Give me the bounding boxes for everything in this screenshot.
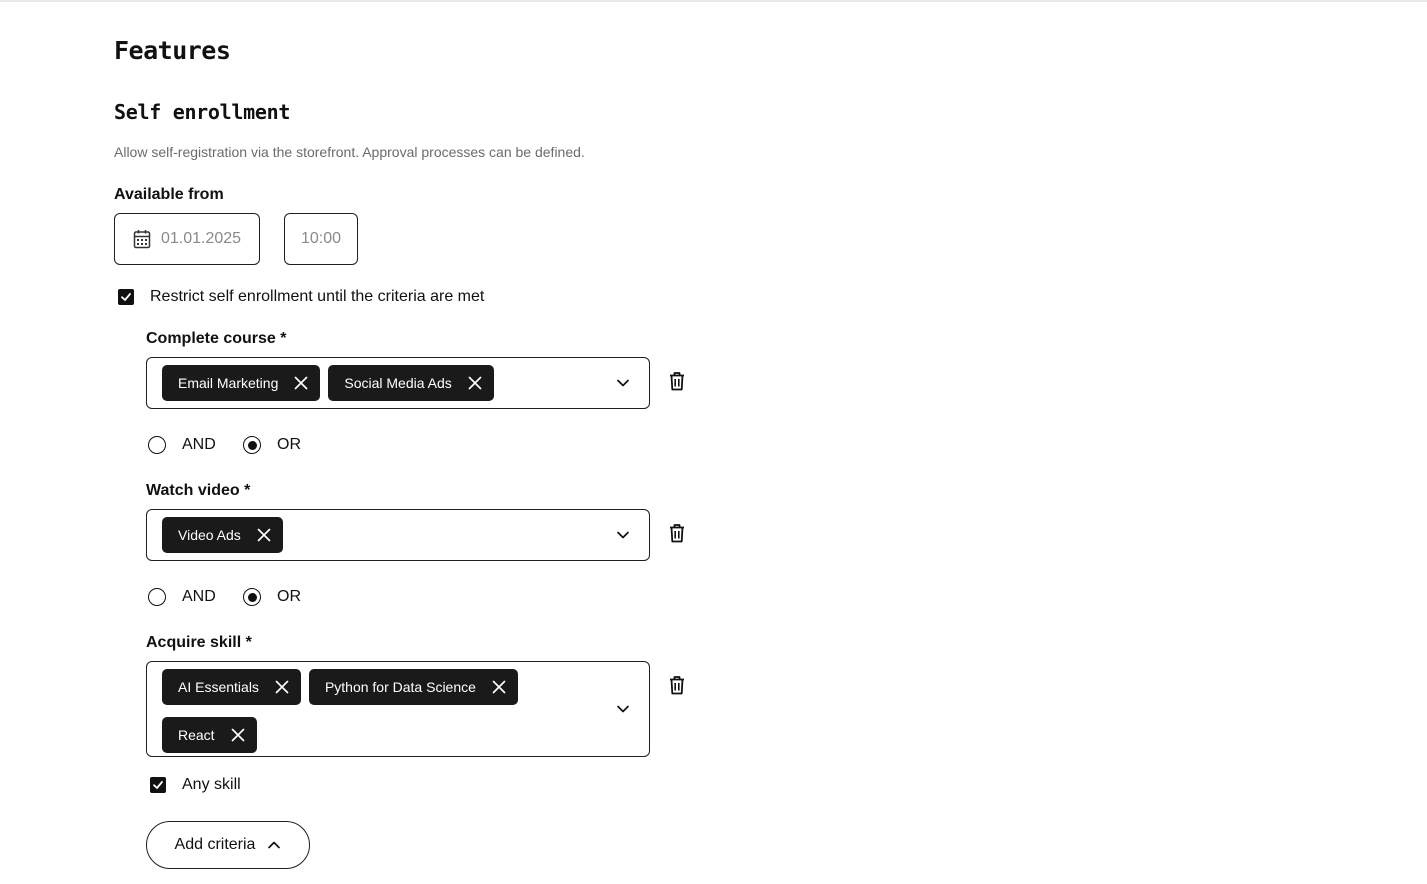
radio-or-label: OR: [277, 436, 301, 453]
trash-icon[interactable]: [668, 675, 686, 695]
checkmark-icon: [153, 781, 163, 789]
time-input[interactable]: 10:00: [284, 213, 358, 265]
acquire-skill-select[interactable]: AI Essentials Python for Data Science Re…: [146, 661, 650, 757]
chip-python-for-data-science: Python for Data Science: [308, 669, 518, 705]
chip-ai-essentials: AI Essentials: [162, 669, 301, 705]
any-skill-label: Any skill: [182, 776, 241, 793]
checkmark-icon: [121, 293, 131, 301]
chip-label: AI Essentials: [178, 679, 259, 695]
chip-label: Video Ads: [178, 527, 241, 543]
page-title: Features: [114, 36, 231, 65]
chevron-down-icon[interactable]: [616, 378, 630, 388]
radio-and-1[interactable]: [148, 436, 166, 454]
chevron-down-icon[interactable]: [616, 704, 630, 714]
radio-dot: [247, 440, 257, 450]
restrict-label: Restrict self enrollment until the crite…: [150, 288, 485, 305]
restrict-checkbox[interactable]: [118, 289, 134, 305]
watch-video-select[interactable]: Video Ads: [146, 509, 650, 561]
radio-and-label: AND: [182, 436, 216, 453]
top-divider: [0, 0, 1427, 2]
acquire-skill-label: Acquire skill *: [146, 634, 252, 651]
close-icon[interactable]: [468, 376, 482, 390]
complete-course-label: Complete course *: [146, 330, 287, 347]
chip-email-marketing: Email Marketing: [162, 365, 321, 401]
radio-and-label: AND: [182, 588, 216, 605]
close-icon[interactable]: [492, 680, 506, 694]
radio-or-1[interactable]: [243, 436, 261, 454]
section-title: Self enrollment: [114, 100, 291, 124]
available-from-label: Available from: [114, 186, 224, 203]
close-icon[interactable]: [231, 728, 245, 742]
chevron-up-icon: [268, 841, 281, 849]
trash-icon[interactable]: [668, 371, 686, 391]
chip-label: React: [178, 727, 215, 743]
radio-or-2[interactable]: [243, 588, 261, 606]
radio-or-label: OR: [277, 588, 301, 605]
radio-dot: [247, 592, 257, 602]
chip-social-media-ads: Social Media Ads: [328, 365, 494, 401]
chip-label: Python for Data Science: [324, 679, 476, 695]
add-criteria-button[interactable]: Add criteria: [146, 821, 310, 869]
trash-icon[interactable]: [668, 523, 686, 543]
time-value: 10:00: [300, 230, 342, 247]
close-icon[interactable]: [257, 528, 271, 542]
add-criteria-label: Add criteria: [174, 836, 256, 853]
date-value: 01.01.2025: [161, 230, 242, 247]
chip-react: React: [162, 717, 257, 753]
chip-label: Social Media Ads: [344, 375, 452, 391]
chip-video-ads: Video Ads: [162, 517, 283, 553]
chip-label: Email Marketing: [178, 375, 279, 391]
section-description: Allow self-registration via the storefro…: [114, 144, 585, 160]
radio-and-2[interactable]: [148, 588, 166, 606]
calendar-icon: [133, 230, 151, 249]
date-input[interactable]: 01.01.2025: [114, 213, 260, 265]
any-skill-checkbox[interactable]: [150, 777, 166, 793]
chevron-down-icon[interactable]: [616, 530, 630, 540]
close-icon[interactable]: [294, 376, 308, 390]
complete-course-select[interactable]: Email Marketing Social Media Ads: [146, 357, 650, 409]
watch-video-label: Watch video *: [146, 482, 251, 499]
close-icon[interactable]: [275, 680, 289, 694]
